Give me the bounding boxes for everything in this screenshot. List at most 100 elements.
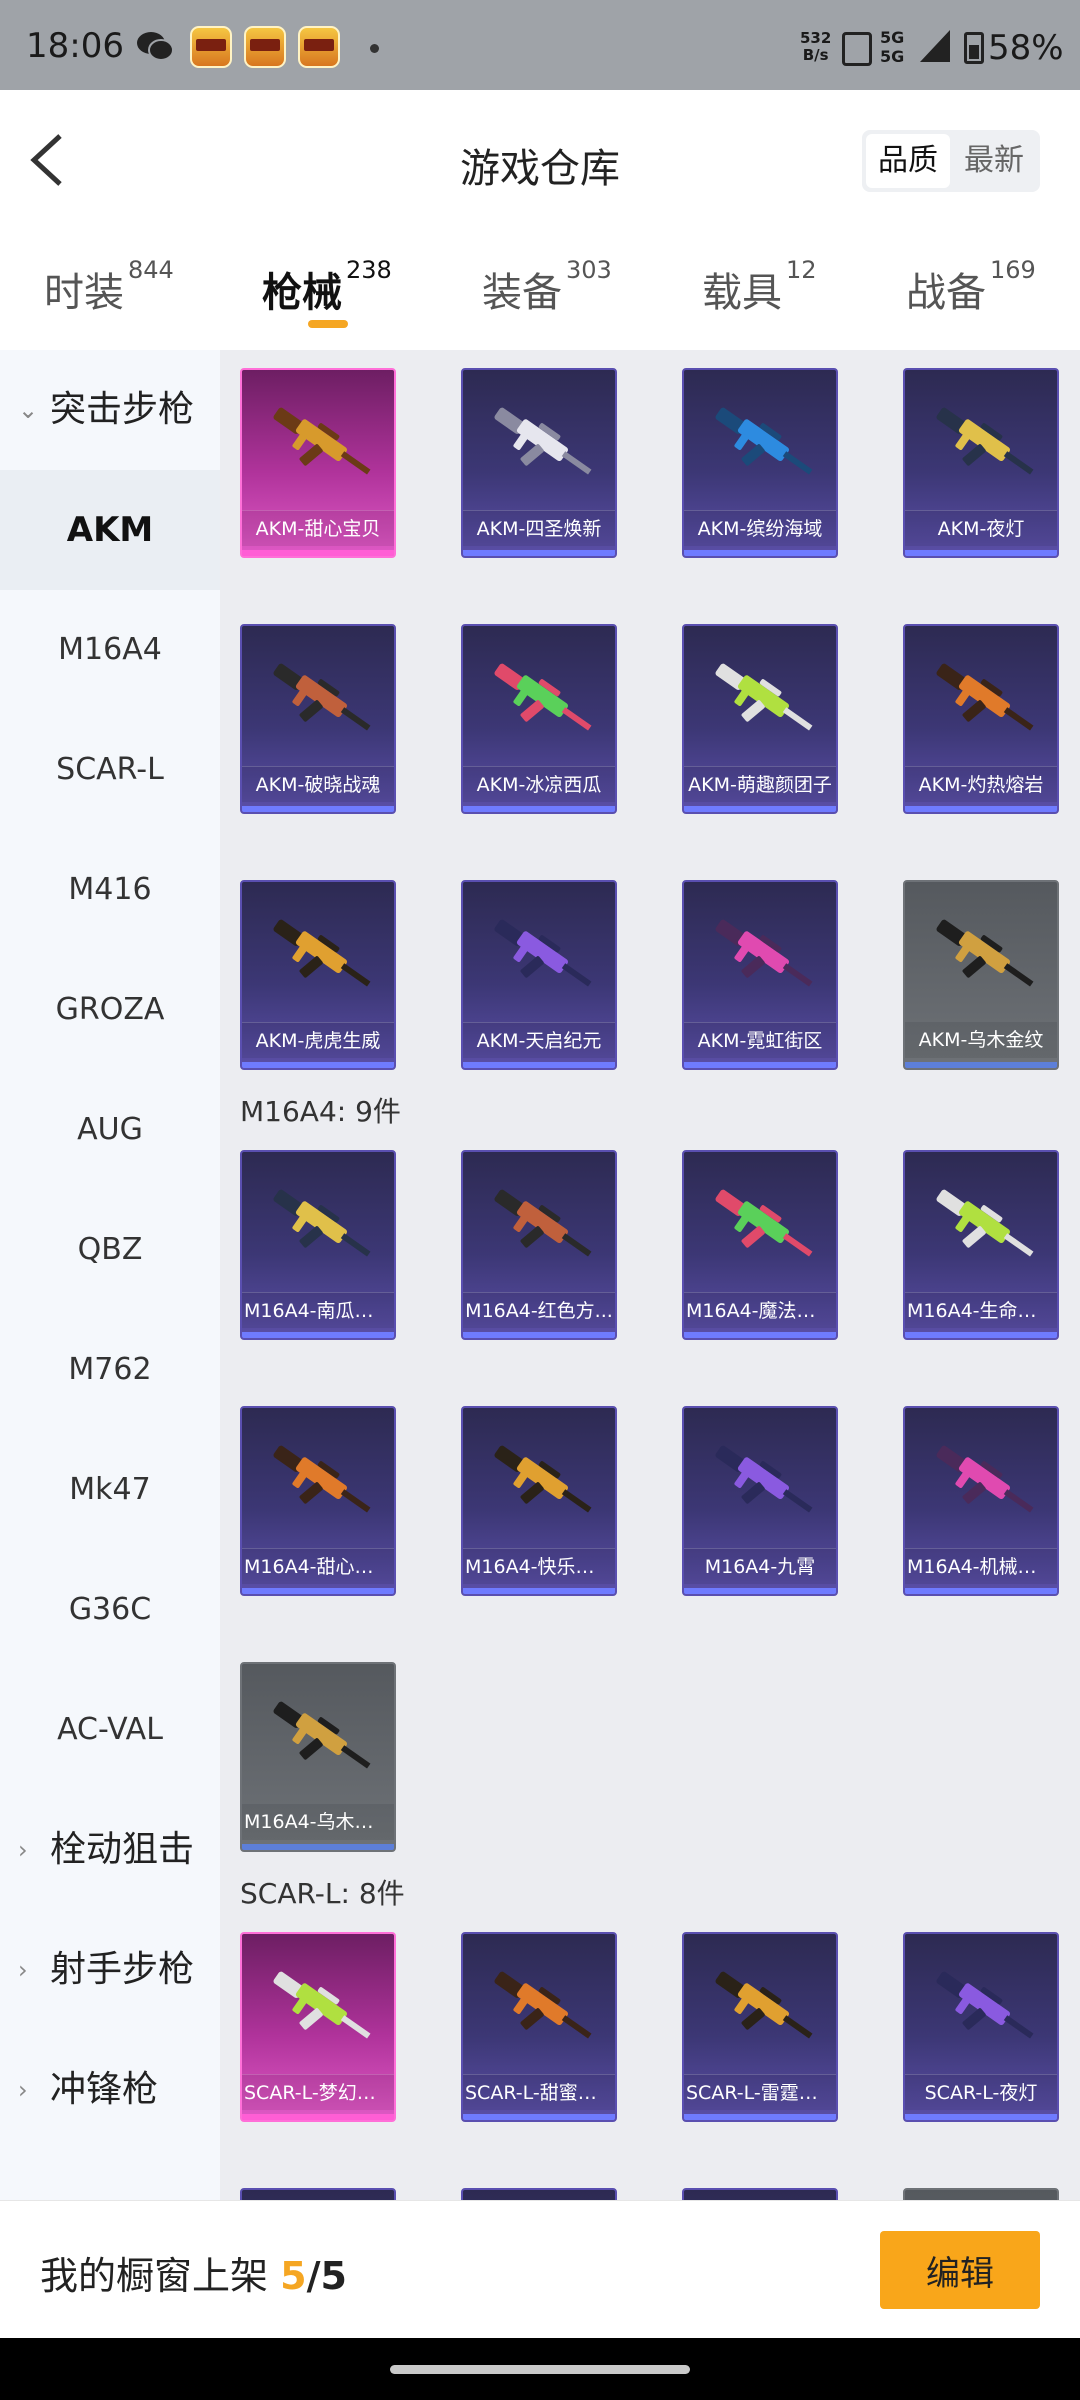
weapon-skin-name: AKM-四圣焕新 bbox=[463, 510, 615, 546]
tab-guns[interactable]: 枪械 238 bbox=[262, 256, 392, 318]
gun-skin-icon bbox=[273, 1701, 371, 1769]
notification-dot-icon bbox=[370, 44, 379, 53]
home-indicator[interactable] bbox=[390, 2365, 690, 2374]
sidebar-item-aug[interactable]: AUG bbox=[0, 1070, 220, 1190]
gun-skin-icon bbox=[273, 407, 371, 475]
gun-skin-icon bbox=[273, 1445, 371, 1513]
weapon-skin-card[interactable]: SCAR-L-甜蜜誓... bbox=[461, 1932, 617, 2122]
battery-icon bbox=[964, 32, 984, 64]
sort-option-latest[interactable]: 最新 bbox=[952, 134, 1036, 188]
gun-skin-icon bbox=[715, 919, 813, 987]
sidebar-group-marksman-rifle[interactable]: › 射手步枪 bbox=[0, 1910, 220, 2030]
sidebar-item-scar-l[interactable]: SCAR-L bbox=[0, 710, 220, 830]
sidebar-item-m762[interactable]: M762 bbox=[0, 1310, 220, 1430]
gun-skin-icon bbox=[273, 1971, 371, 2039]
sidebar-item-m416[interactable]: M416 bbox=[0, 830, 220, 950]
sidebar-item-qbz[interactable]: QBZ bbox=[0, 1190, 220, 1310]
edit-button[interactable]: 编辑 bbox=[880, 2231, 1040, 2309]
weapon-skin-card[interactable] bbox=[240, 2188, 396, 2200]
weapon-skin-card[interactable]: M16A4-机械英豪 bbox=[903, 1406, 1059, 1596]
weapon-skin-name: AKM-夜灯 bbox=[905, 510, 1057, 546]
weapon-skin-card[interactable]: M16A4-甜心亚梦 bbox=[240, 1406, 396, 1596]
weapon-skin-card[interactable]: M16A4-魔法学院 bbox=[682, 1150, 838, 1340]
network-type: 5G 5G bbox=[880, 28, 905, 66]
tab-equipment[interactable]: 装备 303 bbox=[482, 256, 612, 318]
gun-skin-icon bbox=[936, 1971, 1034, 2039]
section-title-scar-l: SCAR-L: 8件 bbox=[240, 1877, 405, 1910]
active-tab-indicator bbox=[308, 320, 348, 328]
gun-skin-icon bbox=[494, 1971, 592, 2039]
sidebar-group-assault-rifle[interactable]: ⌄ 突击步枪 bbox=[0, 350, 220, 470]
sort-option-quality[interactable]: 品质 bbox=[866, 134, 950, 188]
weapon-skin-card[interactable]: AKM-四圣焕新 bbox=[461, 368, 617, 558]
tab-fashion[interactable]: 时装 844 bbox=[44, 256, 174, 318]
chevron-right-icon: › bbox=[18, 2076, 28, 2104]
weapon-skin-card[interactable]: SCAR-L-梦幻火... bbox=[240, 1932, 396, 2122]
sidebar-item-g36c[interactable]: G36C bbox=[0, 1550, 220, 1670]
gun-skin-icon bbox=[715, 663, 813, 731]
weapon-skin-card[interactable]: M16A4-乌木金纹 bbox=[240, 1662, 396, 1852]
weapon-skin-name: AKM-破晓战魂 bbox=[242, 766, 394, 802]
sidebar-group-bolt-sniper[interactable]: › 栓动狙击 bbox=[0, 1790, 220, 1910]
weapon-skin-card[interactable]: AKM-霓虹街区 bbox=[682, 880, 838, 1070]
status-bar: 18:06 532 B/s 5G 5G 58% bbox=[0, 0, 1080, 90]
tab-supplies[interactable]: 战备 169 bbox=[906, 256, 1036, 318]
sidebar-item-mk47[interactable]: Mk47 bbox=[0, 1430, 220, 1550]
status-time: 18:06 bbox=[26, 26, 124, 66]
weapon-skin-card[interactable] bbox=[682, 2188, 838, 2200]
weapon-skin-card[interactable]: M16A4-生命誓言 bbox=[903, 1150, 1059, 1340]
battery-percent: 58% bbox=[988, 28, 1064, 68]
category-tabs: 时装 844 枪械 238 装备 303 载具 12 战备 169 bbox=[0, 230, 1080, 350]
gun-skin-icon bbox=[936, 1445, 1034, 1513]
weapon-skin-name: SCAR-L-雷霆特... bbox=[684, 2074, 836, 2110]
sidebar-item-ac-val[interactable]: AC-VAL bbox=[0, 1670, 220, 1790]
weapon-skin-name: SCAR-L-夜灯 bbox=[905, 2074, 1057, 2110]
weapon-skin-card[interactable]: AKM-破晓战魂 bbox=[240, 624, 396, 814]
weapon-skin-card[interactable] bbox=[903, 2188, 1059, 2200]
tab-count: 169 bbox=[990, 256, 1036, 284]
gun-skin-icon bbox=[715, 407, 813, 475]
weapon-skin-name: M16A4-九霄 bbox=[684, 1548, 836, 1584]
system-nav-bar bbox=[0, 2338, 1080, 2400]
weapon-skin-name: AKM-霓虹街区 bbox=[684, 1022, 836, 1058]
weapon-skin-card[interactable]: SCAR-L-雷霆特... bbox=[682, 1932, 838, 2122]
weapon-skin-card[interactable]: M16A4-南瓜骑士 bbox=[240, 1150, 396, 1340]
weapon-skin-card[interactable]: AKM-乌木金纹 bbox=[903, 880, 1059, 1070]
weapon-skin-name: M16A4-甜心亚梦 bbox=[242, 1548, 394, 1584]
weapon-skin-name: AKM-甜心宝贝 bbox=[242, 510, 394, 546]
gun-skin-icon bbox=[273, 1189, 371, 1257]
weapon-skin-card[interactable]: AKM-虎虎生威 bbox=[240, 880, 396, 1070]
hd-icon bbox=[842, 32, 872, 66]
weapon-skin-card[interactable]: M16A4-红色方... bbox=[461, 1150, 617, 1340]
gun-skin-icon bbox=[715, 1445, 813, 1513]
weapon-skin-card[interactable] bbox=[461, 2188, 617, 2200]
tab-count: 844 bbox=[128, 256, 174, 284]
sidebar-group-smg[interactable]: › 冲锋枪 bbox=[0, 2030, 220, 2150]
weapon-skin-card[interactable]: AKM-缤纷海域 bbox=[682, 368, 838, 558]
weapon-skin-card[interactable]: M16A4-快乐主宰 bbox=[461, 1406, 617, 1596]
weapon-skin-card[interactable]: AKM-甜心宝贝 bbox=[240, 368, 396, 558]
gun-skin-icon bbox=[273, 919, 371, 987]
weapon-skin-card[interactable]: AKM-夜灯 bbox=[903, 368, 1059, 558]
gun-skin-icon bbox=[936, 919, 1034, 987]
tab-count: 12 bbox=[786, 256, 817, 284]
sidebar-item-m16a4[interactable]: M16A4 bbox=[0, 590, 220, 710]
weapon-skin-card[interactable]: AKM-冰凉西瓜 bbox=[461, 624, 617, 814]
weapon-skin-card[interactable]: SCAR-L-夜灯 bbox=[903, 1932, 1059, 2122]
sidebar-item-akm[interactable]: AKM bbox=[0, 470, 220, 590]
weapon-skin-card[interactable]: AKM-灼热熔岩 bbox=[903, 624, 1059, 814]
chevron-right-icon: › bbox=[18, 1836, 28, 1864]
sort-toggle: 品质 最新 bbox=[862, 130, 1040, 192]
showcase-current-count: 5 bbox=[280, 2254, 307, 2298]
weapon-skin-name: M16A4-乌木金纹 bbox=[242, 1804, 394, 1840]
gun-skin-icon bbox=[494, 919, 592, 987]
weapon-skin-card[interactable]: AKM-萌趣颜团子 bbox=[682, 624, 838, 814]
weapon-skin-name: AKM-乌木金纹 bbox=[905, 1022, 1057, 1058]
weapon-skin-card[interactable]: M16A4-九霄 bbox=[682, 1406, 838, 1596]
tab-vehicles[interactable]: 载具 12 bbox=[702, 256, 817, 318]
weapon-skin-name: AKM-萌趣颜团子 bbox=[684, 766, 836, 802]
gun-skin-icon bbox=[936, 1189, 1034, 1257]
gun-skin-icon bbox=[715, 1189, 813, 1257]
weapon-skin-card[interactable]: AKM-天启纪元 bbox=[461, 880, 617, 1070]
sidebar-item-groza[interactable]: GROZA bbox=[0, 950, 220, 1070]
